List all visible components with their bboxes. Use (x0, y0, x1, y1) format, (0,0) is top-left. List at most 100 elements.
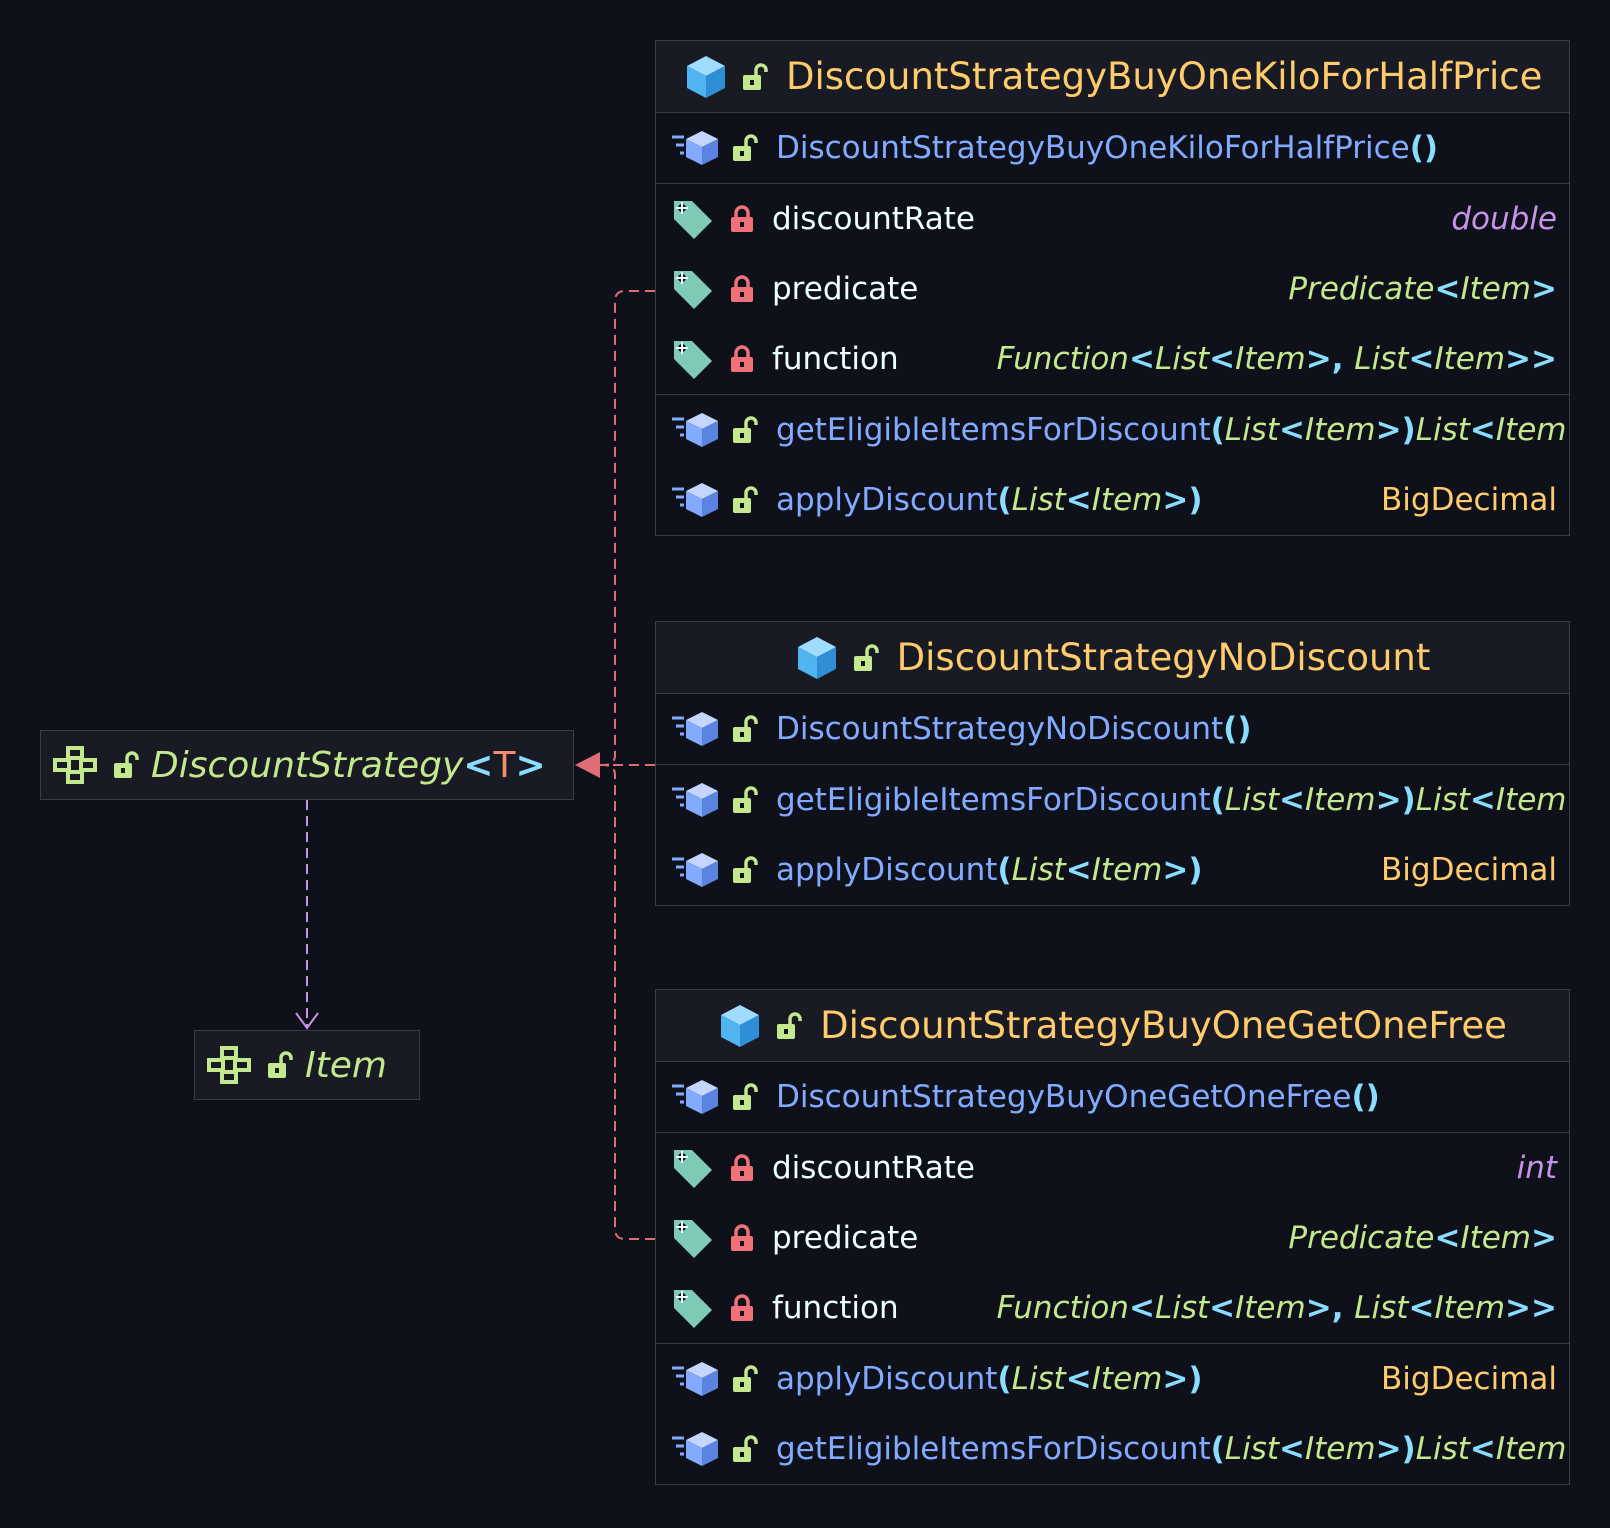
field-row-function[interactable]: function Function<List<Item>, List<Item>> (656, 1273, 1569, 1343)
constructor-row[interactable]: DiscountStrategyBuyOneGetOneFree() (656, 1062, 1569, 1132)
public-unlock-icon (730, 785, 760, 815)
private-lock-icon (728, 1293, 756, 1323)
class-discountstrategybuyonegetonefree[interactable]: DiscountStrategyBuyOneGetOneFree Discount… (655, 989, 1570, 1485)
public-unlock-icon (265, 1050, 295, 1080)
class-header[interactable]: DiscountStrategyBuyOneKiloForHalfPrice (656, 41, 1569, 113)
field-type: double (1451, 201, 1557, 237)
public-unlock-icon (730, 714, 760, 744)
class-header[interactable]: DiscountStrategyBuyOneGetOneFree (656, 990, 1569, 1062)
method-params: (List<Item>) (1210, 782, 1416, 818)
public-unlock-icon (730, 415, 760, 445)
interface-discountstrategy[interactable]: DiscountStrategy<T> (40, 730, 574, 800)
method-name: getEligibleItemsForDiscount (776, 782, 1211, 818)
constructor-row[interactable]: DiscountStrategyBuyOneKiloForHalfPrice() (656, 113, 1569, 183)
method-icon (670, 481, 720, 519)
public-unlock-icon (774, 1011, 804, 1041)
class-discountstrategybuyonekiloforhalfprice[interactable]: DiscountStrategyBuyOneKiloForHalfPrice Di… (655, 40, 1570, 536)
field-name: function (772, 1290, 899, 1326)
field-name: predicate (772, 1220, 919, 1256)
field-row-predicate[interactable]: predicate Predicate<Item> (656, 1203, 1569, 1273)
method-return-type: List<Item> (1415, 412, 1569, 448)
dependency-arrowhead (295, 1012, 319, 1030)
interface-name: Item (305, 1044, 387, 1086)
method-return-type: BigDecimal (1381, 1361, 1557, 1397)
field-type: int (1516, 1150, 1557, 1186)
class-name: DiscountStrategyBuyOneGetOneFree (820, 1004, 1507, 1047)
implements-edge-buyonegetone (598, 764, 655, 1240)
method-icon (670, 781, 720, 819)
field-type: Function<List<Item>, List<Item>> (996, 1290, 1557, 1326)
private-lock-icon (728, 274, 756, 304)
interface-name: DiscountStrategy<T> (151, 744, 546, 786)
private-lock-icon (728, 1223, 756, 1253)
method-row-geteligibleitemsfordiscount[interactable]: getEligibleItemsForDiscount (List<Item>) L… (656, 395, 1569, 465)
method-row-geteligibleitemsfordiscount[interactable]: getEligibleItemsForDiscount (List<Item>) L… (656, 765, 1569, 835)
class-header[interactable]: DiscountStrategyNoDiscount (656, 622, 1569, 694)
method-row-applydiscount[interactable]: applyDiscount (List<Item>) BigDecimal (656, 835, 1569, 905)
field-tag-icon (670, 1286, 716, 1330)
method-icon (670, 1078, 720, 1116)
field-type: Function<List<Item>, List<Item>> (996, 341, 1557, 377)
method-icon (670, 851, 720, 889)
public-unlock-icon (740, 62, 770, 92)
public-unlock-icon (730, 485, 760, 515)
public-unlock-icon (730, 133, 760, 163)
field-name: discountRate (772, 1150, 975, 1186)
field-tag-icon (670, 1216, 716, 1260)
method-return-type: BigDecimal (1381, 482, 1557, 518)
class-icon (795, 635, 839, 681)
constructors-section: DiscountStrategyBuyOneKiloForHalfPrice() (656, 113, 1569, 184)
methods-section: getEligibleItemsForDiscount (List<Item>) L… (656, 765, 1569, 905)
field-type: Predicate<Item> (1288, 1220, 1557, 1256)
method-params: (List<Item>) (997, 1361, 1203, 1397)
method-row-applydiscount[interactable]: applyDiscount (List<Item>) BigDecimal (656, 465, 1569, 535)
method-params: (List<Item>) (997, 852, 1203, 888)
field-name: discountRate (772, 201, 975, 237)
constructor-params: () (1409, 130, 1439, 166)
field-row-predicate[interactable]: predicate Predicate<Item> (656, 254, 1569, 324)
field-name: predicate (772, 271, 919, 307)
fields-section: discountRate double predicate Predicate<Ite… (656, 184, 1569, 395)
method-icon (670, 1430, 720, 1468)
field-type: Predicate<Item> (1288, 271, 1557, 307)
method-return-type: List<Item> (1415, 782, 1569, 818)
class-discountstrategynodiscount[interactable]: DiscountStrategyNoDiscount DiscountStrate… (655, 621, 1570, 906)
class-name: DiscountStrategyBuyOneKiloForHalfPrice (786, 55, 1543, 98)
method-icon (670, 411, 720, 449)
constructor-row[interactable]: DiscountStrategyNoDiscount() (656, 694, 1569, 764)
fields-section: discountRate int predicate Predicate<Item> f… (656, 1133, 1569, 1344)
field-row-discountrate[interactable]: discountRate int (656, 1133, 1569, 1203)
public-unlock-icon (730, 1434, 760, 1464)
method-row-geteligibleitemsfordiscount[interactable]: getEligibleItemsForDiscount (List<Item>) L… (656, 1414, 1569, 1484)
method-params: (List<Item>) (1210, 412, 1416, 448)
implements-edge-halfprice (598, 290, 655, 766)
method-return-type: BigDecimal (1381, 852, 1557, 888)
constructors-section: DiscountStrategyNoDiscount() (656, 694, 1569, 765)
field-tag-icon (670, 197, 716, 241)
field-tag-icon (670, 1146, 716, 1190)
constructors-section: DiscountStrategyBuyOneGetOneFree() (656, 1062, 1569, 1133)
method-name: applyDiscount (776, 1361, 998, 1397)
class-icon (684, 54, 728, 100)
class-icon (718, 1003, 762, 1049)
field-row-function[interactable]: function Function<List<Item>, List<Item>> (656, 324, 1569, 394)
public-unlock-icon (730, 855, 760, 885)
interface-icon (53, 746, 101, 784)
constructor-name: DiscountStrategyBuyOneKiloForHalfPrice (776, 130, 1410, 166)
private-lock-icon (728, 344, 756, 374)
method-row-applydiscount[interactable]: applyDiscount (List<Item>) BigDecimal (656, 1344, 1569, 1414)
constructor-name: DiscountStrategyBuyOneGetOneFree (776, 1079, 1352, 1115)
public-unlock-icon (730, 1082, 760, 1112)
field-tag-icon (670, 267, 716, 311)
interface-item[interactable]: Item (194, 1030, 420, 1100)
public-unlock-icon (730, 1364, 760, 1394)
field-tag-icon (670, 337, 716, 381)
method-icon (670, 1360, 720, 1398)
methods-section: applyDiscount (List<Item>) BigDecimal getEl… (656, 1344, 1569, 1484)
method-name: getEligibleItemsForDiscount (776, 412, 1211, 448)
method-name: applyDiscount (776, 852, 998, 888)
implements-arrowhead (575, 752, 600, 778)
method-icon (670, 710, 720, 748)
constructor-params: () (1351, 1079, 1380, 1115)
field-row-discountrate[interactable]: discountRate double (656, 184, 1569, 254)
